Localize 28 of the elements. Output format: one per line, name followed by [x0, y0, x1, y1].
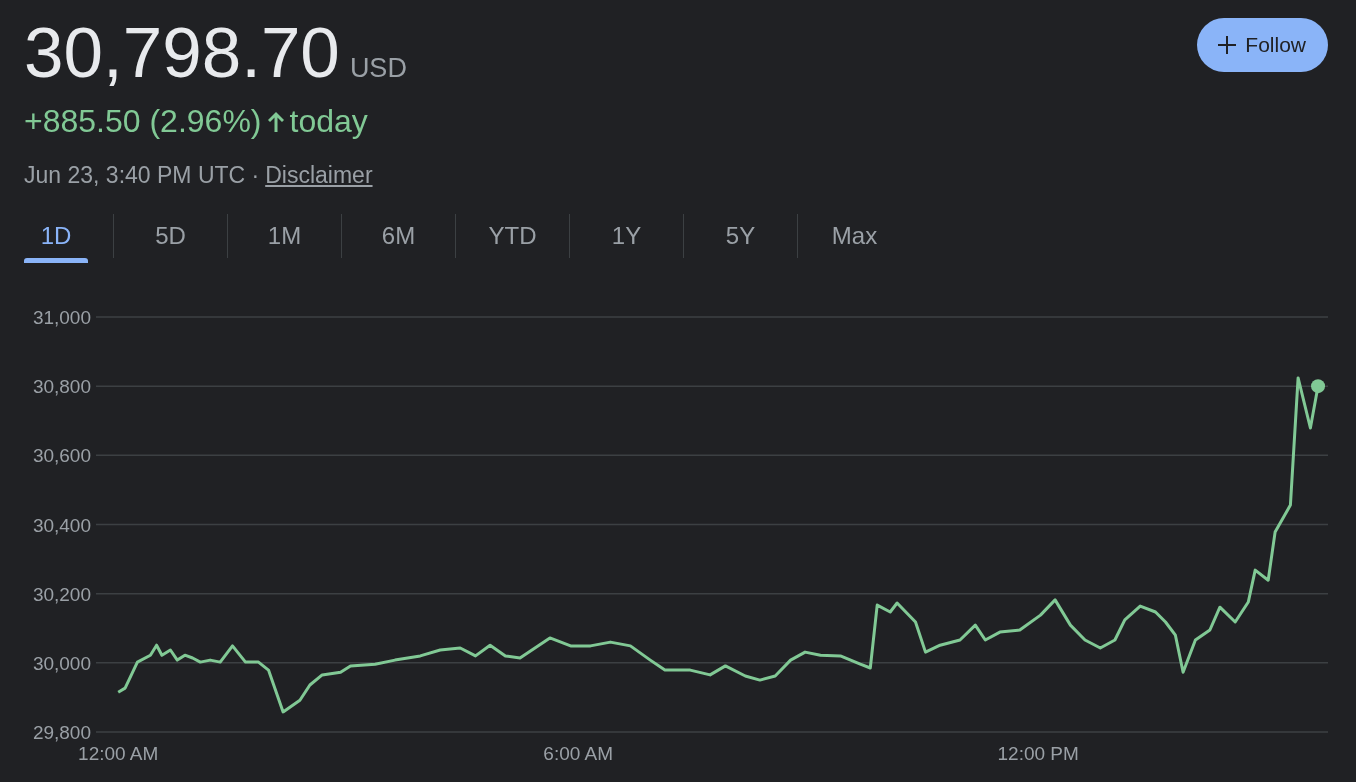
range-tab[interactable]: 1Y [570, 209, 683, 264]
x-axis-label: 12:00 PM [997, 743, 1079, 761]
y-axis-label: 30,400 [32, 514, 91, 536]
y-axis-label: 30,000 [32, 652, 91, 674]
y-axis-label: 30,800 [32, 376, 91, 398]
y-axis-label: 29,800 [32, 722, 91, 744]
y-axis-label: 30,200 [32, 583, 91, 605]
last-price-dot [1311, 379, 1326, 394]
price-change: +885.50 (2.96%) [24, 103, 262, 141]
disclaimer-link[interactable]: Disclaimer [265, 162, 373, 190]
range-tab[interactable]: 1D [24, 209, 88, 264]
change-period: today [289, 103, 368, 141]
price: 30,798.70 [24, 14, 340, 93]
range-tab[interactable]: 5Y [684, 209, 797, 264]
range-tab[interactable]: Max [798, 209, 911, 264]
timestamp: Jun 23, 3:40 PM UTC · [24, 162, 260, 190]
selected-tab-indicator [24, 258, 88, 264]
range-tab[interactable]: 6M [342, 209, 455, 264]
y-axis-label: 30,600 [32, 445, 91, 467]
x-axis-label: 12:00 AM [78, 743, 159, 761]
plus-icon [1217, 35, 1238, 55]
range-tab[interactable]: 1M [228, 209, 341, 264]
range-tab[interactable]: YTD [456, 209, 569, 264]
y-axis-label: 31,000 [32, 307, 91, 329]
currency: USD [349, 53, 407, 84]
follow-button[interactable]: Follow [1197, 18, 1328, 72]
x-axis-label: 6:00 AM [543, 743, 614, 761]
range-tab[interactable]: 5D [114, 209, 227, 264]
